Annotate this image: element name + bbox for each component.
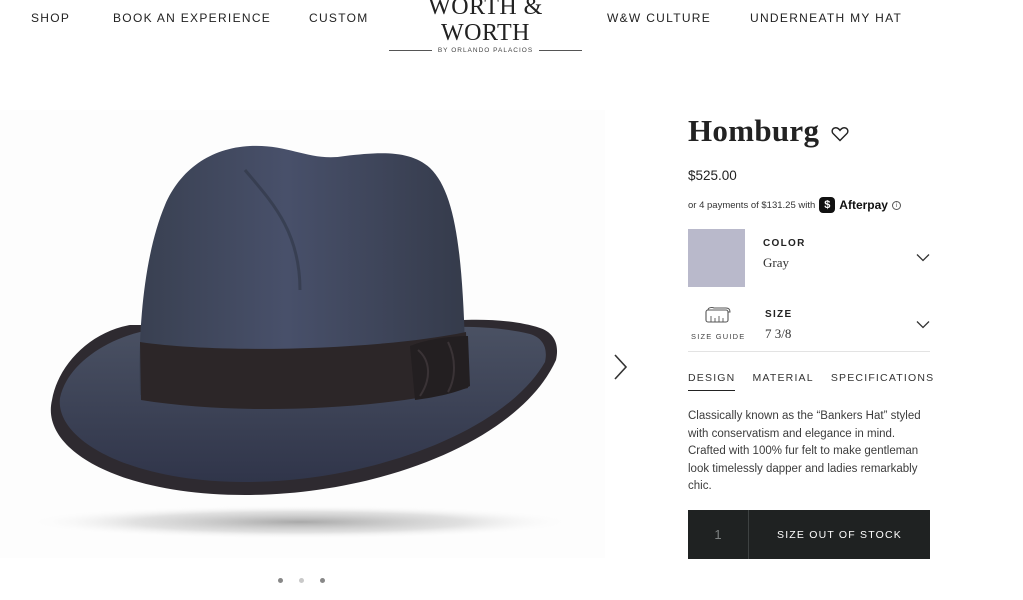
brand-logo[interactable]: WORTH & WORTH BY ORLANDO PALACIOS: [389, 0, 582, 54]
logo-rule-right: [539, 50, 582, 51]
gray-homburg-hat-image: [25, 145, 575, 539]
tab-material[interactable]: MATERIAL: [752, 372, 813, 391]
color-swatch[interactable]: [688, 229, 745, 287]
nav-custom[interactable]: CUSTOM: [309, 11, 369, 25]
size-selector[interactable]: SIZE GUIDE SIZE 7 3/8: [688, 302, 930, 352]
gallery-pagination: [278, 578, 325, 583]
afterpay-text: or 4 payments of $131.25 with: [688, 199, 816, 211]
color-label: COLOR: [763, 238, 806, 249]
afterpay-logo-icon: $: [819, 197, 836, 213]
quantity-input[interactable]: 1: [688, 510, 749, 559]
product-image-gallery[interactable]: [0, 110, 605, 558]
nav-book-an-experience[interactable]: BOOK AN EXPERIENCE: [113, 11, 271, 25]
gallery-dot-2[interactable]: [299, 578, 304, 583]
product-title: Homburg: [688, 113, 820, 148]
size-guide-link[interactable]: SIZE GUIDE: [691, 332, 746, 341]
chevron-down-icon[interactable]: [916, 320, 930, 329]
logo-rule-left: [389, 50, 432, 51]
top-navigation: SHOP BOOK AN EXPERIENCE CUSTOM WORTH & W…: [0, 0, 1023, 54]
chevron-down-icon[interactable]: [916, 253, 930, 262]
logo-wordmark: WORTH & WORTH: [428, 0, 543, 46]
purchase-bar: 1 SIZE OUT OF STOCK: [688, 510, 930, 559]
chevron-right-icon[interactable]: [609, 352, 631, 382]
product-price: $525.00: [688, 168, 737, 183]
afterpay-brand: Afterpay: [839, 198, 888, 212]
logo-subtitle: BY ORLANDO PALACIOS: [437, 47, 534, 54]
size-label: SIZE: [765, 309, 793, 320]
color-selector[interactable]: COLOR Gray: [688, 229, 930, 287]
size-value: 7 3/8: [765, 326, 792, 341]
gallery-dot-3[interactable]: [320, 578, 325, 583]
nav-ww-culture[interactable]: W&W CULTURE: [607, 11, 711, 25]
info-icon[interactable]: i: [891, 200, 901, 210]
tab-specifications[interactable]: SPECIFICATIONS: [831, 372, 935, 391]
heart-icon[interactable]: [831, 126, 849, 142]
product-info-tabs: DESIGN MATERIAL SPECIFICATIONS: [688, 372, 934, 391]
gallery-dot-1[interactable]: [278, 578, 283, 583]
measuring-tape-icon[interactable]: [704, 306, 732, 324]
nav-underneath-my-hat[interactable]: UNDERNEATH MY HAT: [750, 11, 902, 25]
size-out-of-stock-button[interactable]: SIZE OUT OF STOCK: [749, 510, 930, 559]
product-description: Classically known as the “Bankers Hat” s…: [688, 410, 921, 492]
nav-shop[interactable]: SHOP: [31, 11, 70, 25]
color-value: Gray: [763, 255, 789, 270]
tab-design[interactable]: DESIGN: [688, 372, 736, 391]
afterpay-installments: or 4 payments of $131.25 with $ Afterpay…: [688, 197, 901, 213]
